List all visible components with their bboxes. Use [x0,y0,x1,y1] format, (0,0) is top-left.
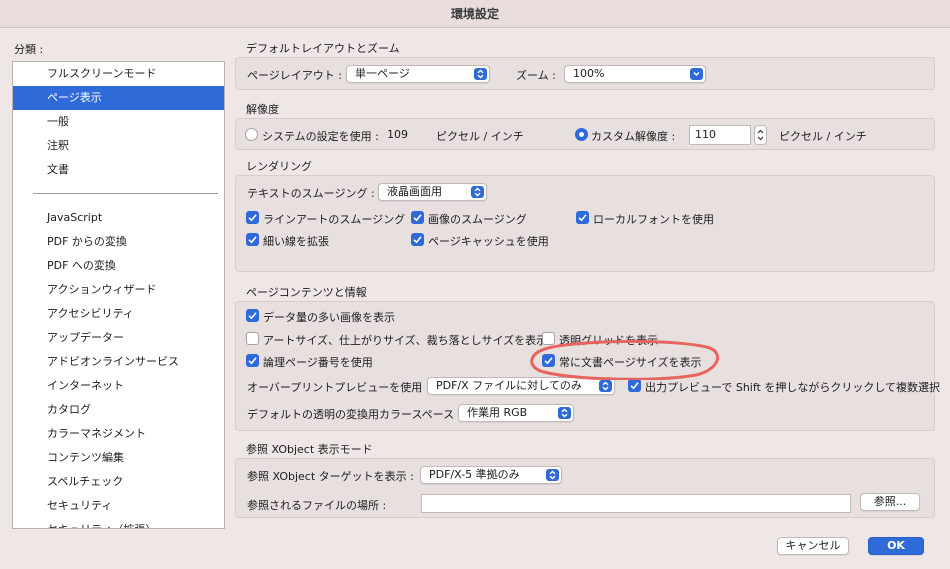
category-item[interactable]: 注釈 [13,134,224,158]
category-label: 分類 : [14,43,44,56]
popup-arrows-icon [546,469,559,481]
category-item[interactable]: JavaScript [13,206,224,230]
category-item[interactable]: コンテンツ編集 [13,446,224,470]
popup-arrows-icon [474,68,487,80]
layout-section-title: デフォルトレイアウトとズーム [246,42,400,55]
page-layout-popup[interactable]: 単一ページ [346,65,490,83]
category-item[interactable]: アクションウィザード [13,278,224,302]
system-resolution-label: システムの設定を使用 : [262,130,379,143]
custom-resolution-radio[interactable] [575,128,588,141]
annotation-ellipse [530,339,719,380]
window-title: 環境設定 [0,0,950,28]
image-smoothing-label: 画像のスムージング [428,213,527,226]
large-images-checkbox[interactable] [246,309,259,322]
content-section-title: ページコンテンツと情報 [246,286,367,299]
category-item[interactable]: スペルチェック [13,470,224,494]
output-preview-label: 出力プレビューで Shift を押しながらクリックして複数選択 [645,381,941,394]
custom-resolution-stepper[interactable] [754,125,767,145]
category-separator [33,193,218,194]
blend-space-value: 作業用 RGB [467,406,528,419]
page-layout-label: ページレイアウト : [247,69,342,82]
category-item[interactable]: ページ表示 [13,86,224,110]
ok-button[interactable]: OK [868,537,924,555]
custom-resolution-unit: ピクセル / インチ [779,130,867,143]
xobject-panel: 参照 XObject ターゲットを表示 : PDF/X-5 準拠のみ 参照される… [235,458,935,518]
chevron-down-icon [690,68,703,80]
custom-resolution-label: カスタム解像度 : [591,130,676,143]
thin-lines-label: 細い線を拡張 [263,235,329,248]
category-item[interactable]: PDF への変換 [13,254,224,278]
art-trim-checkbox[interactable] [246,332,259,345]
xobject-target-value: PDF/X-5 準拠のみ [429,468,520,481]
rendering-section-title: レンダリング [246,160,312,173]
local-fonts-label: ローカルフォントを使用 [593,213,714,226]
page-cache-checkbox[interactable] [411,233,424,246]
browse-button[interactable]: 参照... [860,493,920,511]
category-item[interactable]: アクセシビリティ [13,302,224,326]
xobject-target-popup[interactable]: PDF/X-5 準拠のみ [420,466,562,484]
text-smoothing-label: テキストのスムージング : [247,187,375,200]
category-item[interactable]: フルスクリーンモード [13,62,224,86]
resolution-panel: システムの設定を使用 : 109 ピクセル / インチ カスタム解像度 : 11… [235,118,935,150]
category-item[interactable]: カラーマネジメント [13,422,224,446]
line-art-checkbox[interactable] [246,211,259,224]
image-smoothing-checkbox[interactable] [411,211,424,224]
text-smoothing-popup[interactable]: 液晶画面用 [378,183,487,201]
custom-resolution-field[interactable]: 110 [689,125,751,145]
blend-space-label: デフォルトの透明の変換用カラースペース : [247,408,462,421]
zoom-label: ズーム : [516,69,556,82]
category-item[interactable]: インターネット [13,374,224,398]
logical-page-checkbox[interactable] [246,354,259,367]
art-trim-label: アートサイズ、仕上がりサイズ、裁ち落としサイズを表示 [263,334,548,347]
popup-arrows-icon [599,380,612,392]
zoom-popup[interactable]: 100% [564,65,706,83]
resolution-section-title: 解像度 [246,103,279,116]
page-cache-label: ページキャッシュを使用 [428,235,549,248]
category-item[interactable]: アップデーター [13,326,224,350]
thin-lines-checkbox[interactable] [246,233,259,246]
line-art-label: ラインアートのスムージング [263,213,406,226]
category-item[interactable]: セキュリティ [13,494,224,518]
popup-arrows-icon [471,186,484,198]
category-item[interactable]: 文書 [13,158,224,182]
zoom-value: 100% [573,67,605,80]
local-fonts-checkbox[interactable] [576,211,589,224]
popup-arrows-icon [558,407,571,419]
category-item[interactable]: PDF からの変換 [13,230,224,254]
large-images-label: データ量の多い画像を表示 [263,311,395,324]
xobject-section-title: 参照 XObject 表示モード [246,443,373,456]
overprint-value: PDF/X ファイルに対してのみ [436,379,582,392]
rendering-panel: テキストのスムージング : 液晶画面用 ラインアートのスムージング 画像のスムー… [235,175,935,272]
category-item[interactable]: 一般 [13,110,224,134]
system-resolution-radio[interactable] [245,128,258,141]
category-item[interactable]: アドビオンラインサービス [13,350,224,374]
logical-page-label: 論理ページ番号を使用 [263,356,373,369]
page-layout-value: 単一ページ [355,67,410,80]
xobject-target-label: 参照 XObject ターゲットを表示 : [247,470,414,483]
system-resolution-value: 109 [387,128,408,141]
file-location-label: 参照されるファイルの場所 : [247,499,387,512]
layout-panel: ページレイアウト : 単一ページ ズーム : 100% [235,57,935,90]
file-location-field[interactable] [421,494,851,513]
category-list[interactable]: フルスクリーンモード ページ表示 一般 注釈 文書 JavaScript PDF からの変… [12,61,225,529]
text-smoothing-value: 液晶画面用 [387,185,442,198]
category-item[interactable]: セキュリティ（拡張） [13,518,224,528]
overprint-label: オーバープリントプレビューを使用 : [247,381,430,394]
category-item[interactable]: カタログ [13,398,224,422]
cancel-button[interactable]: キャンセル [777,537,849,555]
blend-space-popup[interactable]: 作業用 RGB [458,404,574,422]
output-preview-checkbox[interactable] [628,379,641,392]
system-resolution-unit: ピクセル / インチ [436,130,524,143]
